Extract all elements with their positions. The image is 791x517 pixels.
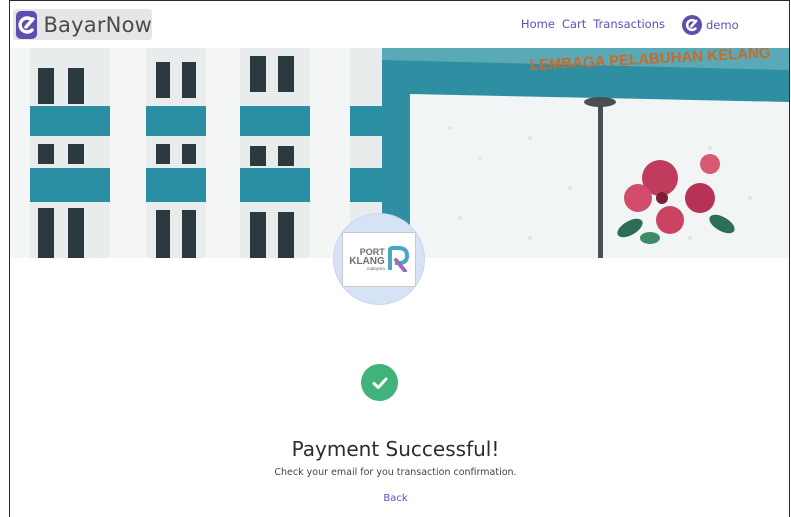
brand-name: BayarNow xyxy=(43,12,152,37)
merchant-logo-circle: PORT KLANG malaysia xyxy=(333,213,425,305)
check-circle-icon xyxy=(361,364,398,401)
brand-logo[interactable]: BayarNow xyxy=(13,9,152,40)
nav-links: Home Cart Transactions xyxy=(521,17,665,31)
navbar: BayarNow Home Cart Transactions demo xyxy=(10,1,789,48)
back-link[interactable]: Back xyxy=(0,493,791,504)
user-avatar-icon xyxy=(682,15,702,35)
logo-line-klang: KLANG xyxy=(349,255,385,267)
user-name: demo xyxy=(706,18,739,32)
nav-transactions-link[interactable]: Transactions xyxy=(593,17,665,31)
payment-success-title: Payment Successful! xyxy=(291,437,500,461)
user-menu[interactable]: demo xyxy=(682,15,739,35)
port-klang-mark-icon xyxy=(387,246,409,272)
nav-home-link[interactable]: Home xyxy=(521,17,555,31)
port-klang-logo: PORT KLANG malaysia xyxy=(342,231,416,287)
bayarnow-logo-icon xyxy=(16,10,38,39)
nav-cart-link[interactable]: Cart xyxy=(562,17,586,31)
confirmation-message: Check your email for you transaction con… xyxy=(274,467,517,478)
